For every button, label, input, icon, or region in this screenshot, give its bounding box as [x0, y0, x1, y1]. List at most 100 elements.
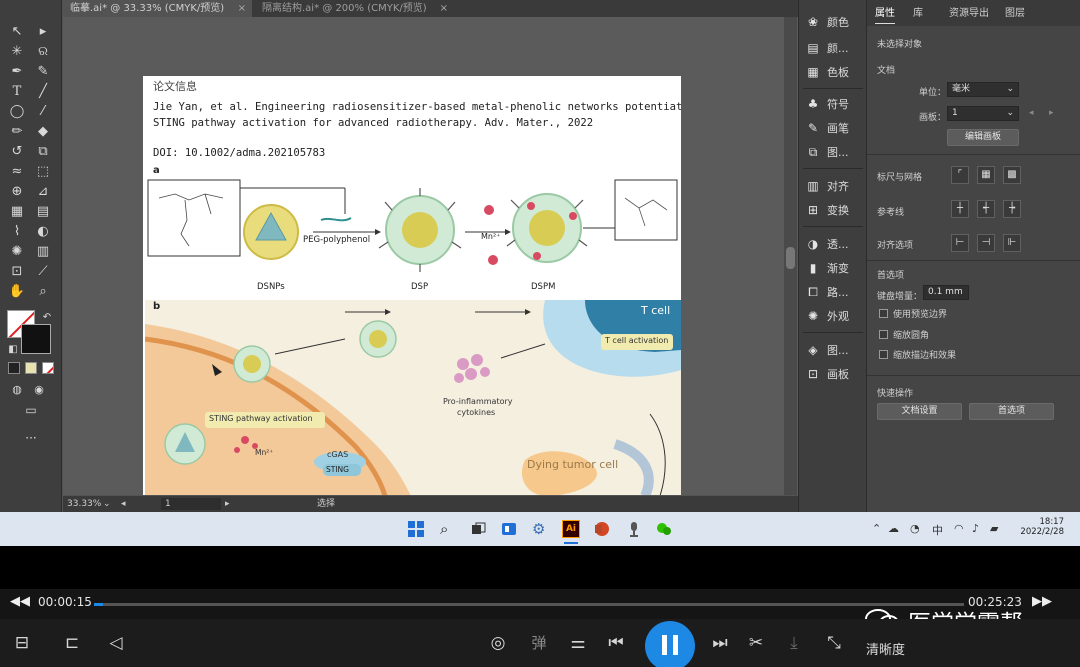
speaker-tray-icon[interactable]: ◔ — [910, 522, 920, 535]
smart-guides-icon[interactable]: ┾ — [1003, 200, 1021, 218]
previous-icon[interactable]: ⏮ — [604, 631, 628, 655]
artboard-prev-icon[interactable]: ◂ — [1029, 108, 1034, 118]
grid-icon[interactable]: ▦ — [977, 166, 995, 184]
type-tool-icon[interactable]: T — [6, 82, 28, 102]
panel-appearance[interactable]: ✺ 外观 — [805, 306, 863, 326]
artboard-select[interactable]: 1 ⌄ — [947, 106, 1019, 121]
wifi-icon[interactable]: ◠ — [954, 522, 964, 535]
scissors-icon[interactable]: ✂ — [744, 631, 768, 655]
canvas[interactable]: 论文信息 Jie Yan, et al. Engineering radiose… — [63, 17, 798, 495]
selection-tool-icon[interactable]: ↖ — [6, 22, 28, 42]
panel-transparency[interactable]: ◑ 透... — [805, 234, 863, 254]
stroke-swatch[interactable] — [21, 324, 51, 354]
powerpoint-icon[interactable] — [594, 521, 610, 537]
start-icon[interactable] — [408, 521, 424, 537]
progress-track[interactable] — [94, 603, 964, 606]
tab-properties[interactable]: 属性 — [875, 4, 895, 24]
battery-icon[interactable]: ▰ — [990, 522, 998, 535]
lasso-tool-icon[interactable]: ର — [32, 42, 54, 62]
panel-brushes[interactable]: ✎ 画笔 — [805, 118, 863, 138]
color-mode-button[interactable] — [8, 362, 20, 374]
widgets-icon[interactable] — [501, 521, 517, 537]
column-graph-tool-icon[interactable]: ▥ — [32, 242, 54, 262]
panel-swatches[interactable]: ▦ 色板 — [805, 62, 863, 82]
paintbrush-tool-icon[interactable]: ⁄ — [32, 102, 54, 122]
wechat-icon[interactable] — [656, 521, 672, 537]
rewind-icon[interactable]: ◀◀ — [10, 594, 30, 609]
tab-layers[interactable]: 图层 — [1005, 4, 1025, 24]
cloud-icon[interactable]: ☁ — [888, 522, 899, 535]
panel-graphic-styles[interactable]: ⧉ 图... — [805, 142, 863, 162]
snap-point-icon[interactable]: ⊢ — [951, 234, 969, 252]
clock[interactable]: 18:17 2022/2/28 — [1012, 517, 1064, 537]
transparency-grid-icon[interactable]: ▩ — [1003, 166, 1021, 184]
tab-libraries[interactable]: 库 — [913, 4, 923, 24]
blend-tool-icon[interactable]: ◐ — [32, 222, 54, 242]
search-icon[interactable]: ⌕ — [440, 521, 456, 537]
draw-behind-icon[interactable]: ◉ — [28, 380, 50, 400]
rotate-tool-icon[interactable]: ↺ — [6, 142, 28, 162]
volume-icon[interactable]: ♪ — [972, 522, 979, 535]
snap-glyph-icon[interactable]: ⊩ — [1003, 234, 1021, 252]
illustrator-icon[interactable]: Ai — [562, 520, 580, 538]
tray-overflow-icon[interactable]: ⌃ — [872, 522, 881, 535]
artboard-number[interactable]: 1 — [161, 498, 221, 510]
panel-align[interactable]: ▥ 对齐 — [805, 176, 863, 196]
ellipse-tool-icon[interactable]: ◯ — [6, 102, 28, 122]
close-icon[interactable]: × — [440, 0, 448, 17]
panel-artboards[interactable]: ⊡ 画板 — [805, 364, 863, 384]
panel-gradient[interactable]: ▮ 渐变 — [805, 258, 863, 278]
panel-transform[interactable]: ⊞ 变换 — [805, 200, 863, 220]
artboard[interactable]: 论文信息 Jie Yan, et al. Engineering radiose… — [143, 76, 681, 495]
ruler-icon[interactable]: ⌜ — [951, 166, 969, 184]
artboard-tool-icon[interactable]: ⊡ — [6, 262, 28, 282]
tab-asset-export[interactable]: 资源导出 — [949, 4, 989, 24]
width-tool-icon[interactable]: ≈ — [6, 162, 28, 182]
preferences-button[interactable]: 首选项 — [969, 403, 1054, 420]
document-tab[interactable]: 隔离结构.ai* @ 200% (CMYK/预览) × — [254, 0, 454, 17]
microphone-icon[interactable] — [626, 521, 642, 537]
slice-tool-icon[interactable]: ⟋ — [32, 262, 54, 282]
screen-mode-icon[interactable]: ▭ — [20, 400, 42, 420]
edit-toolbar-icon[interactable]: ··· — [20, 428, 42, 448]
playlist-icon[interactable]: ⊟ — [10, 631, 34, 655]
swap-fill-stroke-icon[interactable]: ↶ — [36, 308, 58, 328]
panel-pathfinder[interactable]: ⧠ 路... — [805, 282, 863, 302]
scale-tool-icon[interactable]: ⧉ — [32, 142, 54, 162]
use-preview-bounds-checkbox[interactable] — [879, 309, 888, 318]
default-fill-stroke-icon[interactable]: ◧ — [2, 340, 24, 360]
panel-layers[interactable]: ◈ 图... — [805, 340, 863, 360]
task-view-icon[interactable] — [470, 521, 486, 537]
perspective-tool-icon[interactable]: ⊿ — [32, 182, 54, 202]
scroll-thumb[interactable] — [786, 247, 795, 269]
hand-tool-icon[interactable]: ✋ — [6, 282, 28, 302]
eyedropper-tool-icon[interactable]: ⌇ — [6, 222, 28, 242]
zoom-tool-icon[interactable]: ⌕ — [32, 282, 54, 302]
eye-protection-icon[interactable]: ◎ — [486, 631, 510, 655]
danmaku-button[interactable]: 弹 — [527, 631, 551, 655]
pen-tool-icon[interactable]: ✒ — [6, 62, 28, 82]
line-tool-icon[interactable]: ╱ — [32, 82, 54, 102]
gradient-mode-button[interactable] — [25, 362, 37, 374]
shape-builder-tool-icon[interactable]: ⊕ — [6, 182, 28, 202]
lock-guides-icon[interactable]: ┽ — [977, 200, 995, 218]
none-mode-button[interactable] — [42, 362, 54, 374]
direct-selection-tool-icon[interactable]: ▸ — [32, 22, 54, 42]
artboard-prev-icon[interactable]: ◂ — [121, 498, 126, 510]
artboard-next-icon[interactable]: ▸ — [1049, 108, 1054, 118]
symbol-sprayer-tool-icon[interactable]: ✺ — [6, 242, 28, 262]
settings-icon[interactable]: ⚙ — [532, 521, 548, 537]
draw-mode-icon[interactable]: ◍ — [6, 380, 28, 400]
equalizer-icon[interactable]: ⚌ — [566, 631, 590, 655]
download-icon[interactable]: ⤓ — [782, 631, 806, 655]
keyboard-increment-input[interactable]: 0.1 mm — [923, 285, 969, 300]
curvature-tool-icon[interactable]: ✎ — [32, 62, 54, 82]
eraser-tool-icon[interactable]: ◆ — [32, 122, 54, 142]
gradient-tool-icon[interactable]: ▤ — [32, 202, 54, 222]
panel-symbols[interactable]: ♣ 符号 — [805, 94, 863, 114]
scale-corners-checkbox[interactable] — [879, 330, 888, 339]
pencil-tool-icon[interactable]: ✏ — [6, 122, 28, 142]
document-setup-button[interactable]: 文档设置 — [877, 403, 962, 420]
mesh-tool-icon[interactable]: ▦ — [6, 202, 28, 222]
quality-button[interactable]: 清晰度 — [866, 639, 905, 658]
